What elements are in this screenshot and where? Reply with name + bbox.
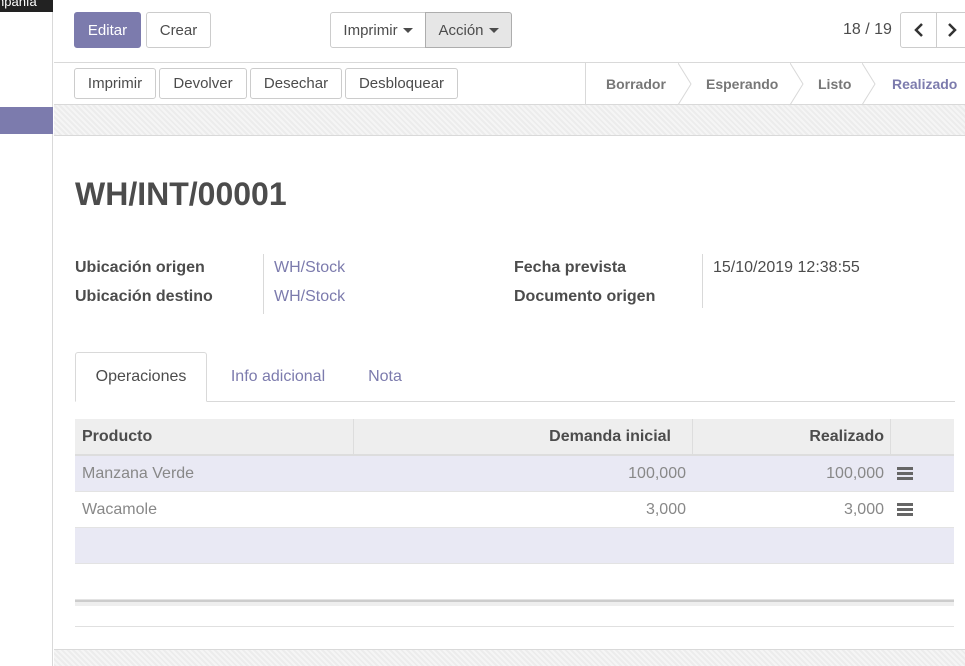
details-list-icon[interactable] xyxy=(897,467,913,480)
action-dropdown[interactable]: Acción xyxy=(425,12,512,48)
tab-note[interactable]: Nota xyxy=(352,352,418,402)
column-header-done[interactable]: Realizado xyxy=(693,419,884,454)
dest-location-field[interactable]: WH/Stock xyxy=(274,288,345,306)
cell-initial-demand: 3,000 xyxy=(645,500,686,518)
cell-product: Wacamole xyxy=(82,500,157,518)
origin-label: Documento origen xyxy=(514,288,656,305)
form-background-bottom xyxy=(54,649,965,666)
field-separator xyxy=(263,254,264,314)
pager-previous-button[interactable] xyxy=(900,12,937,48)
edit-button[interactable]: Editar xyxy=(74,12,141,48)
print-dropdown[interactable]: Imprimir xyxy=(330,12,426,48)
table-row[interactable]: Wacamole 3,000 3,000 xyxy=(75,492,954,528)
cell-product: Manzana Verde xyxy=(82,464,195,482)
tab-additional-info[interactable]: Info adicional xyxy=(217,352,339,402)
stage-arrow-icon xyxy=(790,63,804,105)
stage-arrow-icon xyxy=(862,63,876,105)
table-row-empty xyxy=(75,564,954,600)
details-list-icon[interactable] xyxy=(897,503,913,516)
form-background-top xyxy=(54,105,965,136)
table-footer xyxy=(75,600,954,606)
pager-next-button[interactable] xyxy=(936,12,965,48)
cell-done: 3,000 xyxy=(843,500,884,518)
stage-ready[interactable]: Listo xyxy=(818,63,851,105)
column-header-initial-demand[interactable]: Demanda inicial xyxy=(354,419,671,454)
stage-waiting[interactable]: Esperando xyxy=(706,63,778,105)
cell-initial-demand: 100,000 xyxy=(628,464,686,482)
action-dropdown-label: Acción xyxy=(438,21,484,39)
table-row-empty[interactable] xyxy=(75,528,954,564)
column-header-product[interactable]: Producto xyxy=(82,419,152,454)
print-dropdown-label: Imprimir xyxy=(343,21,398,39)
tabs-underline xyxy=(75,401,955,402)
chevron-right-icon xyxy=(947,23,957,37)
table-bottom-border xyxy=(75,626,954,627)
sidebar-active-item[interactable] xyxy=(0,107,53,134)
return-button[interactable]: Devolver xyxy=(159,68,247,99)
stage-done[interactable]: Realizado xyxy=(892,63,957,105)
dest-location-label: Ubicación destino xyxy=(75,288,213,305)
app-sidebar: npañía xyxy=(0,0,53,666)
scheduled-date-label: Fecha prevista xyxy=(514,259,627,276)
table-header: Producto Demanda inicial Realizado xyxy=(75,419,954,456)
caret-down-icon xyxy=(488,27,499,33)
form-sheet: WH/INT/00001 Ubicación origen WH/Stock U… xyxy=(54,136,965,649)
stage-draft[interactable]: Borrador xyxy=(606,63,666,105)
unlock-button[interactable]: Desbloquear xyxy=(345,68,458,99)
tab-operations[interactable]: Operaciones xyxy=(75,352,207,402)
create-button[interactable]: Crear xyxy=(146,12,211,48)
table-row[interactable]: Manzana Verde 100,000 100,000 xyxy=(75,456,954,492)
control-panel: Editar Crear Imprimir Acción 18 / 19 xyxy=(54,0,965,63)
scrap-button[interactable]: Desechar xyxy=(250,68,342,99)
print-button[interactable]: Imprimir xyxy=(74,68,156,99)
column-separator xyxy=(890,419,891,454)
record-title: WH/INT/00001 xyxy=(75,176,287,212)
field-separator xyxy=(702,254,703,308)
stage-arrow-icon xyxy=(678,63,692,105)
scheduled-date-field[interactable]: 15/10/2019 12:38:55 xyxy=(713,259,860,277)
source-location-field[interactable]: WH/Stock xyxy=(274,259,345,277)
chevron-left-icon xyxy=(913,23,923,37)
sidebar-company-label: npañía xyxy=(0,0,53,12)
stage-pipeline: Borrador Esperando Listo Realizado xyxy=(585,63,965,105)
pager-value[interactable]: 18 / 19 xyxy=(843,21,892,39)
source-location-label: Ubicación origen xyxy=(75,259,205,276)
statusbar: Imprimir Devolver Desechar Desbloquear B… xyxy=(54,63,965,105)
caret-down-icon xyxy=(402,27,413,33)
cell-done: 100,000 xyxy=(826,464,884,482)
